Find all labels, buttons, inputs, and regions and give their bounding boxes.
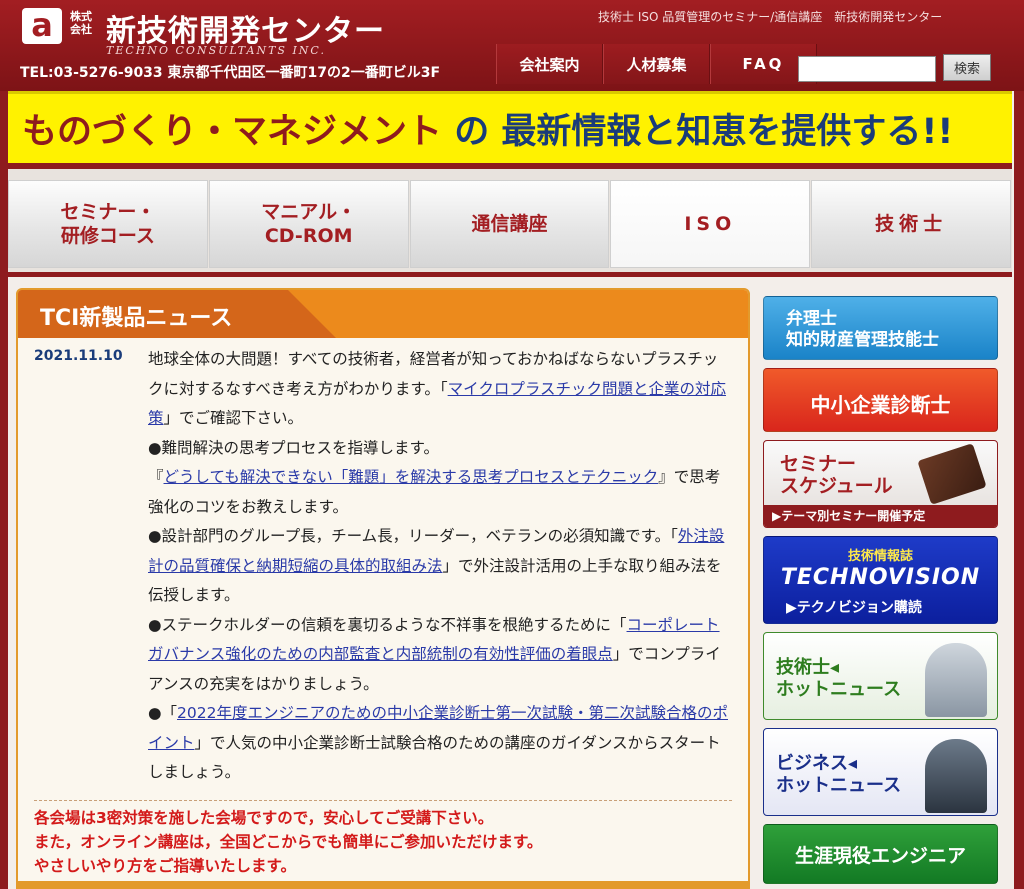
news-item: ●「2022年度エンジニアのための中小企業診断士第一次試験・第二次試験合格のポイ…: [148, 699, 733, 788]
engineer-person-icon: [925, 643, 987, 717]
hero-banner: ものづくり・マネジメント の 最新情報と知恵を提供する!!: [8, 91, 1012, 169]
news-text: ●「: [148, 704, 178, 722]
banner-patent-attorney-label: 弁理士 知的財産管理技能士: [786, 309, 939, 350]
top-nav: 会社案内 人材募集 FAQ: [496, 44, 817, 84]
banner-seminar-schedule-label: セミナー スケジュール: [780, 453, 893, 497]
news-item: ●難問解決の思考プロセスを指導します。: [148, 434, 733, 464]
company-contact: TEL:03-5276-9033 東京都千代田区一番町17の2一番町ビル3F: [20, 65, 441, 81]
news-item: ●設計部門のグループ長，チーム長，リーダー，ベテランの必須知識です。「外注設計の…: [148, 522, 733, 611]
banner-patent-attorney[interactable]: 弁理士 知的財産管理技能士: [763, 296, 998, 360]
news-body: 地球全体の大問題！すべての技術者，経営者が知っておかねばならないプラスチックに対…: [148, 345, 733, 788]
banner-technovision-subtitle: 技術情報誌: [847, 549, 913, 564]
banner-headline-part1: ものづくり・マネジメント: [22, 112, 443, 152]
banner-lifetime-engineer-label: 生涯現役エンジニア: [794, 845, 966, 867]
main-nav-iso[interactable]: ISO: [610, 180, 811, 268]
banner-sme-consultant-label: 中小企業診断士: [810, 393, 951, 417]
banner-headline: ものづくり・マネジメント の 最新情報と知恵を提供する!!: [22, 103, 953, 154]
main-nav-correspondence[interactable]: 通信講座: [409, 180, 610, 268]
banner-lifetime-engineer[interactable]: 生涯現役エンジニア: [763, 824, 998, 884]
banner-headline-part2: の 最新情報と知恵を提供する!!: [442, 112, 954, 152]
banner-engineer-hot-news[interactable]: 技術士◂ ホットニュース: [763, 632, 998, 720]
banner-engineer-hot-news-label: 技術士◂ ホットニュース: [776, 657, 902, 700]
news-date: 2021.11.10: [34, 348, 123, 364]
left-frame: [0, 0, 8, 889]
news-text: ●設計部門のグループ長，チーム長，リーダー，ベテランの必須知識です。「: [148, 527, 678, 545]
banner-business-hot-news[interactable]: ビジネス◂ ホットニュース: [763, 728, 998, 816]
businessman-person-icon: [925, 739, 987, 813]
banner-technovision-footer: ▶テクノビジョン購読: [786, 600, 922, 616]
news-panel: TCI新製品ニュース 2021.11.10 地球全体の大問題！すべての技術者，経…: [16, 288, 750, 889]
news-text: 」で人気の中小企業診断士試験合格のための講座のガイダンスからスタートしましょう。: [148, 733, 721, 782]
banner-seminar-schedule-footer: ▶テーマ別セミナー開催予定: [764, 505, 997, 527]
news-text: 『: [148, 468, 164, 486]
logo-mark-icon: a: [22, 8, 62, 44]
main-nav-engineer[interactable]: 技術士: [811, 180, 1011, 268]
news-panel-bottom: [16, 881, 750, 889]
news-header: TCI新製品ニュース: [18, 290, 748, 338]
news-item: ●ステークホルダーの信頼を裏切るような不祥事を根絶するために「コーポレートガバナ…: [148, 611, 733, 700]
banner-business-hot-news-label: ビジネス◂ ホットニュース: [776, 753, 902, 796]
top-nav-company[interactable]: 会社案内: [496, 44, 603, 84]
news-text: ●難問解決の思考プロセスを指導します。: [148, 438, 439, 457]
banner-technovision-logo: TECHNOVISION: [780, 565, 981, 590]
news-divider: [34, 800, 732, 801]
logo-corporate-type: 株式 会社: [70, 10, 92, 36]
news-text: 」でご確認下さい。: [163, 409, 304, 427]
search-input[interactable]: [798, 56, 936, 82]
news-link-problem-solving[interactable]: どうしても解決できない「難題」を解決する思考プロセスとテクニック: [164, 468, 659, 486]
company-logo[interactable]: a 株式 会社 新技術開発センター TECHNO CONSULTANTS INC.…: [20, 6, 490, 86]
news-text: ●ステークホルダーの信頼を裏切るような不祥事を根絶するために「: [148, 615, 627, 634]
banner-seminar-schedule[interactable]: セミナー スケジュール ▶テーマ別セミナー開催予定: [763, 440, 998, 528]
main-nav: セミナー・ 研修コース マニアル・ CD-ROM 通信講座 ISO 技術士: [8, 180, 1012, 268]
planner-book-icon: [917, 443, 987, 505]
news-item: 『どうしても解決できない「難題」を解決する思考プロセスとテクニック』で思考強化の…: [148, 463, 733, 522]
site-tagline: 技術士 ISO 品質管理のセミナー/通信講座 新技術開発センター: [598, 10, 943, 24]
banner-sme-consultant[interactable]: 中小企業診断士: [763, 368, 998, 432]
main-nav-seminar[interactable]: セミナー・ 研修コース: [8, 180, 208, 268]
banner-technovision[interactable]: 技術情報誌 TECHNOVISION ▶テクノビジョン購読: [763, 536, 998, 624]
news-notice: 各会場は3密対策を施した会場ですので，安心してご受講下さい。 また，オンライン講…: [34, 809, 543, 875]
news-item: 地球全体の大問題！すべての技術者，経営者が知っておかねばならないプラスチックに対…: [148, 345, 733, 434]
news-title: TCI新製品ニュース: [40, 306, 233, 331]
search-button[interactable]: 検索: [943, 54, 991, 81]
company-english-name: TECHNO CONSULTANTS INC.: [106, 44, 326, 57]
side-banners: 弁理士 知的財産管理技能士 中小企業診断士 セミナー スケジュール ▶テーマ別セ…: [763, 296, 998, 889]
right-frame: [1014, 0, 1024, 889]
site-header: a 株式 会社 新技術開発センター TECHNO CONSULTANTS INC.…: [0, 0, 1024, 91]
main-nav-manual[interactable]: マニアル・ CD-ROM: [208, 180, 409, 268]
top-nav-recruit[interactable]: 人材募集: [603, 44, 710, 84]
